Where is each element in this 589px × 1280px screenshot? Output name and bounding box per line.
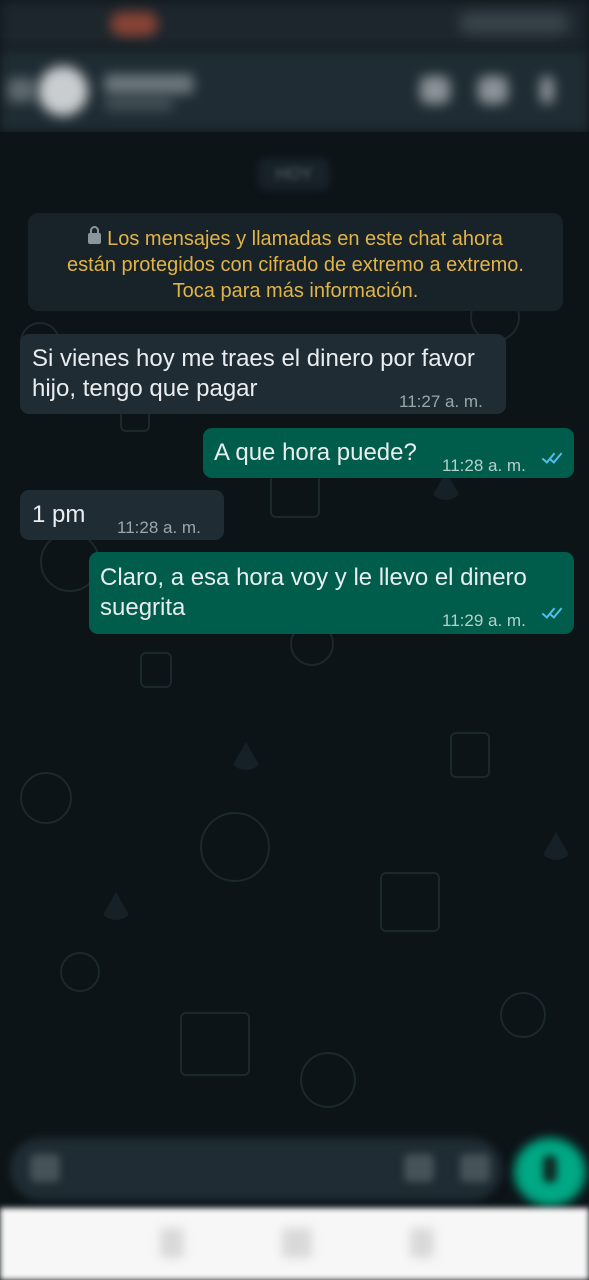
message-text-line-1: 1 pm xyxy=(32,501,86,528)
message-bubble-incoming[interactable]: Si vienes hoy me traes el dinero por fav… xyxy=(20,334,506,414)
lock-icon xyxy=(88,226,102,244)
encryption-line-2: están protegidos con cifrado de extremo … xyxy=(67,254,524,276)
encryption-line-3: Toca para más información. xyxy=(172,280,419,302)
message-text-line-1: A que hora puede? xyxy=(214,439,417,466)
call-icon[interactable] xyxy=(478,76,508,104)
encryption-notice[interactable]: Los mensajes y llamadas en este chat aho… xyxy=(28,213,563,311)
contact-name[interactable] xyxy=(104,74,194,94)
chat-screen: HOY Los mensajes y llamadas en este chat… xyxy=(0,0,589,1280)
status-system-icons xyxy=(459,12,569,34)
back-arrow-icon[interactable] xyxy=(8,78,34,102)
recents-button[interactable] xyxy=(160,1228,184,1258)
message-bubble-outgoing[interactable]: Claro, a esa hora voy y le llevo el dine… xyxy=(89,552,574,634)
camera-icon[interactable] xyxy=(460,1154,490,1182)
message-text-line-1: Si vienes hoy me traes el dinero por fav… xyxy=(32,345,475,372)
back-button[interactable] xyxy=(410,1228,434,1258)
status-notification-icon xyxy=(110,12,158,36)
date-label: HOY xyxy=(275,164,313,183)
message-text-line-1: Claro, a esa hora voy y le llevo el dine… xyxy=(100,564,527,591)
emoji-icon[interactable] xyxy=(30,1154,60,1182)
message-time: 11:27 a. m. xyxy=(399,392,483,411)
message-time: 11:29 a. m. xyxy=(442,611,526,630)
encryption-line-1: Los mensajes y llamadas en este chat aho… xyxy=(38,226,553,252)
message-text-line-2: hijo, tengo que pagar xyxy=(32,375,258,402)
contact-status xyxy=(104,98,174,110)
message-time: 11:28 a. m. xyxy=(442,456,526,475)
message-text-line-2: suegrita xyxy=(100,594,186,621)
home-button[interactable] xyxy=(282,1228,312,1258)
double-check-icon xyxy=(541,604,567,623)
double-check-icon xyxy=(541,449,567,468)
message-time: 11:28 a. m. xyxy=(117,518,201,537)
message-bubble-outgoing[interactable]: A que hora puede? 11:28 a. m. xyxy=(203,428,574,478)
contact-avatar[interactable] xyxy=(38,66,88,116)
menu-icon[interactable] xyxy=(540,76,554,104)
message-bubble-incoming[interactable]: 1 pm 11:28 a. m. xyxy=(20,490,224,540)
attach-icon[interactable] xyxy=(404,1154,434,1182)
mic-icon xyxy=(543,1155,557,1183)
video-call-icon[interactable] xyxy=(420,76,450,104)
